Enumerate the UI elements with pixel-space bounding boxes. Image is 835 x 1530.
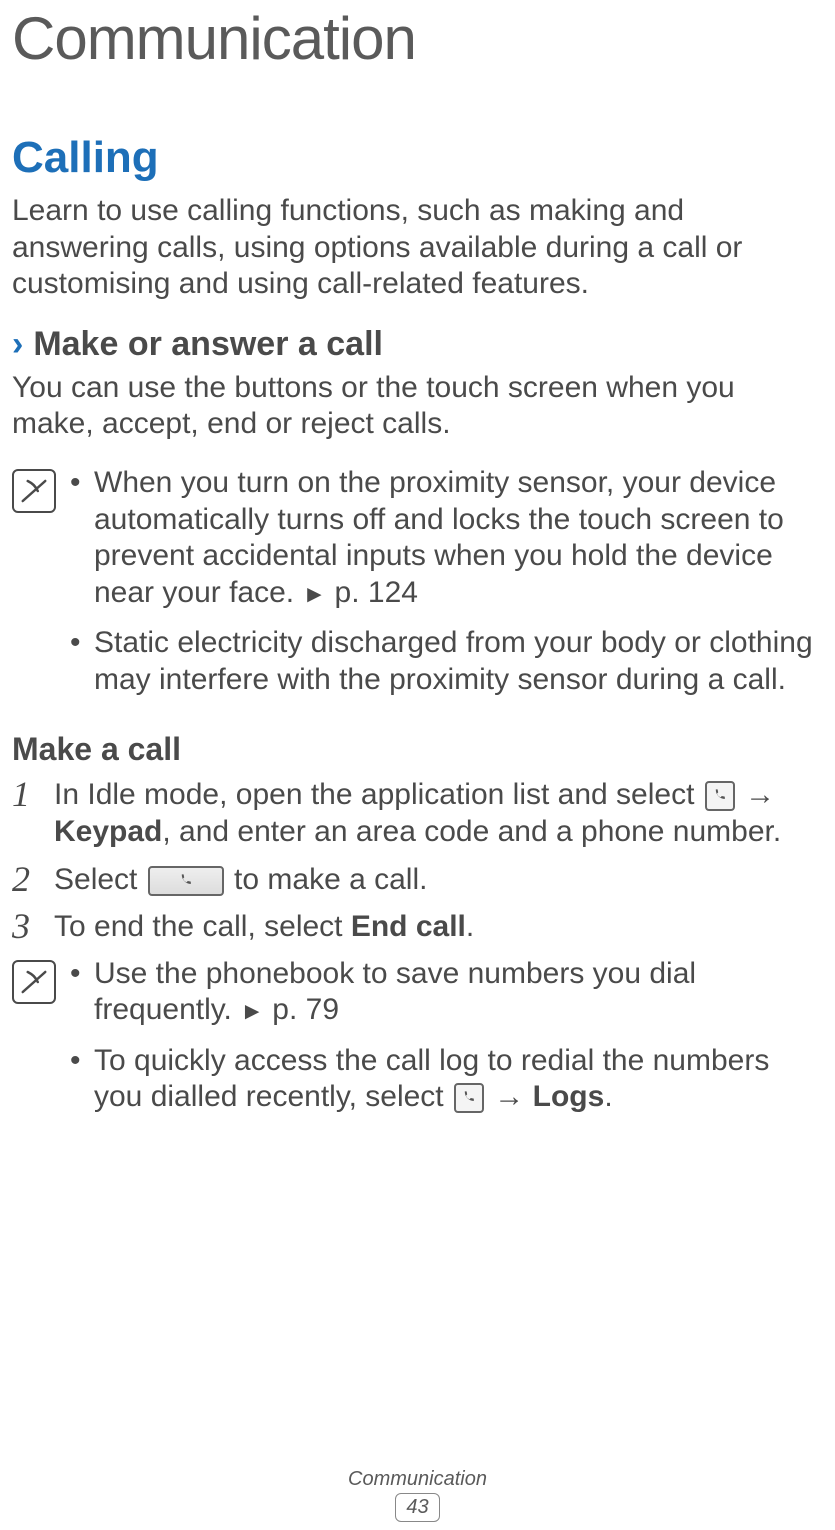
note-icon — [12, 469, 56, 513]
note1-item-2: Static electricity discharged from your … — [70, 625, 823, 698]
step-1-pre: In Idle mode, open the application list … — [54, 778, 703, 811]
note2-item-2-pre: To quickly access the call log to redial… — [94, 1044, 769, 1114]
note2-item-1-text: Use the phonebook to save numbers you di… — [94, 957, 696, 1027]
step-1-post: , and enter an area code and a phone num… — [162, 815, 781, 848]
step-3-post: . — [466, 910, 474, 943]
arrow-right-icon: → — [737, 778, 775, 811]
chevron-right-icon: › — [12, 325, 23, 364]
phone-app-icon — [454, 1083, 484, 1113]
subsubheading-make-a-call: Make a call — [12, 731, 823, 768]
steps-list: In Idle mode, open the application list … — [12, 776, 823, 946]
note1-item-1: When you turn on the proximity sensor, y… — [70, 465, 823, 611]
arrow-right-icon: → — [486, 1080, 533, 1113]
page-footer: Communication 43 — [0, 1468, 835, 1522]
note1-item-1-ref: p. 124 — [326, 576, 418, 609]
call-button-icon — [148, 866, 224, 896]
note2-item-2: To quickly access the call log to redial… — [70, 1043, 823, 1116]
subheading-make-or-answer: › Make or answer a call — [12, 325, 823, 364]
step-1: In Idle mode, open the application list … — [12, 776, 823, 851]
reference-arrow-icon: ► — [240, 998, 264, 1025]
note2-item-2-bold: Logs — [533, 1080, 605, 1113]
note1-item-1-text: When you turn on the proximity sensor, y… — [94, 466, 784, 609]
step-2: Select to make a call. — [12, 861, 823, 899]
sub1-lead: You can use the buttons or the touch scr… — [12, 370, 823, 443]
chapter-title: Communication — [12, 0, 823, 73]
note-icon — [12, 960, 56, 1004]
phone-app-icon — [705, 781, 735, 811]
footer-page-number: 43 — [395, 1493, 439, 1522]
note2-item-2-post: . — [604, 1080, 612, 1113]
note2-item-1: Use the phonebook to save numbers you di… — [70, 956, 823, 1029]
note-block-2: Use the phonebook to save numbers you di… — [12, 956, 823, 1130]
step-3-bold: End call — [351, 910, 466, 943]
note-block-1: When you turn on the proximity sensor, y… — [12, 465, 823, 713]
section-title-calling: Calling — [12, 133, 823, 183]
reference-arrow-icon: ► — [302, 581, 326, 608]
section-intro: Learn to use calling functions, such as … — [12, 193, 823, 303]
note2-item-1-ref: p. 79 — [264, 993, 339, 1026]
subheading-text: Make or answer a call — [33, 325, 383, 364]
step-2-post: to make a call. — [226, 863, 428, 896]
step-3-pre: To end the call, select — [54, 910, 351, 943]
step-3: To end the call, select End call. — [12, 908, 823, 946]
step-2-pre: Select — [54, 863, 146, 896]
step-1-bold: Keypad — [54, 815, 162, 848]
footer-label: Communication — [0, 1468, 835, 1491]
